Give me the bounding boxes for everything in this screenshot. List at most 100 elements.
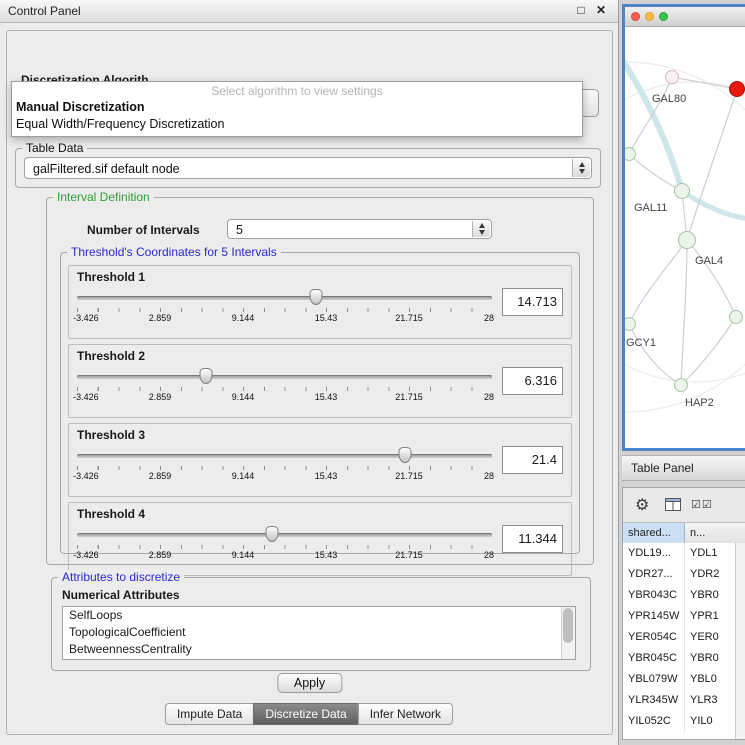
tick-label: 21.715 xyxy=(395,471,423,481)
node-label: GCY1 xyxy=(626,337,656,349)
node-label: GAL11 xyxy=(634,202,667,214)
table-row[interactable]: YDR27...YDR2 xyxy=(623,564,735,585)
tick-label: -3.426 xyxy=(73,313,99,323)
table-cell: YBR0 xyxy=(685,648,735,669)
combobox-stepper-icon[interactable] xyxy=(472,221,490,237)
threshold-1-value-field[interactable]: 14.713 xyxy=(502,288,563,316)
table-row[interactable]: YDL19...YDL1 xyxy=(623,543,735,564)
table-cell: YDR27... xyxy=(623,564,685,585)
tick-label: 21.715 xyxy=(395,550,423,560)
network-node[interactable] xyxy=(674,183,690,199)
apply-button[interactable]: Apply xyxy=(277,673,342,693)
slider-thumb[interactable] xyxy=(266,526,279,542)
table-row[interactable]: YBR045CYBR0 xyxy=(623,648,735,669)
table-cell: YBL0 xyxy=(685,669,735,690)
threshold-4-slider[interactable]: -3.426 2.859 9.144 15.43 21.715 28 xyxy=(77,525,492,563)
tick-label: 15.43 xyxy=(315,550,338,560)
threshold-3-slider[interactable]: -3.426 2.859 9.144 15.43 21.715 28 xyxy=(77,446,492,484)
network-node[interactable] xyxy=(674,378,688,392)
zoom-traffic-light-icon[interactable] xyxy=(659,12,668,21)
tab-discretize-label: Discretize Data xyxy=(265,704,346,725)
window-title: Control Panel xyxy=(8,4,81,18)
thresholds-legend: Threshold's Coordinates for 5 Intervals xyxy=(67,245,281,259)
bottom-tab-bar: Impute Data Discretize Data Infer Networ… xyxy=(165,703,453,725)
node-label: HAP2 xyxy=(685,397,714,409)
tick-label: 21.715 xyxy=(395,313,423,323)
scrollbar-thumb[interactable] xyxy=(563,608,573,643)
slider-track[interactable] xyxy=(77,533,492,537)
table-data-combobox[interactable]: galFiltered.sif default node xyxy=(24,157,592,179)
number-of-intervals-value: 5 xyxy=(236,223,243,237)
slider-thumb[interactable] xyxy=(310,289,323,305)
cyni-toolbox-panel: Discretization Algorith Select algorithm… xyxy=(6,30,613,735)
list-item[interactable]: TopologicalCoefficient xyxy=(63,624,575,641)
slider-track[interactable] xyxy=(77,296,492,300)
list-scrollbar[interactable] xyxy=(561,607,575,659)
table-cell: YLR3 xyxy=(685,690,735,711)
network-node[interactable] xyxy=(729,310,743,324)
table-panel-title: Table Panel xyxy=(631,461,694,475)
table-row[interactable]: YLR345WYLR3 xyxy=(623,690,735,711)
gear-icon[interactable]: ⚙ xyxy=(635,495,649,515)
control-panel-titlebar: Control Panel □ ✕ xyxy=(0,0,618,23)
threshold-label: Threshold 2 xyxy=(77,349,563,363)
threshold-1-panel: Threshold 1 -3.426 2.859 9.144 15.43 21.… xyxy=(68,265,572,339)
threshold-label: Threshold 4 xyxy=(77,507,563,521)
network-node[interactable] xyxy=(665,70,679,84)
threshold-2-value-field[interactable]: 6.316 xyxy=(502,367,563,395)
numerical-attributes-header: Numerical Attributes xyxy=(62,588,180,602)
network-node[interactable] xyxy=(678,231,696,249)
network-window-titlebar xyxy=(625,7,745,27)
slider-ticks xyxy=(77,545,492,549)
network-node[interactable] xyxy=(729,81,745,97)
threshold-2-slider[interactable]: -3.426 2.859 9.144 15.43 21.715 28 xyxy=(77,367,492,405)
network-canvas[interactable]: GAL80GAL11GAL4GCY1HAP2 xyxy=(625,27,745,429)
column-header-shared-name[interactable]: shared... xyxy=(623,523,685,543)
threshold-1-slider[interactable]: -3.426 2.859 9.144 15.43 21.715 28 xyxy=(77,288,492,326)
tab-infer-network[interactable]: Infer Network xyxy=(358,703,453,725)
slider-thumb[interactable] xyxy=(398,447,411,463)
table-row[interactable]: YBR043CYBR0 xyxy=(623,585,735,606)
slider-ticks xyxy=(77,308,492,312)
tick-label: 28 xyxy=(484,550,494,560)
threshold-3-panel: Threshold 3 -3.426 2.859 9.144 15.43 21.… xyxy=(68,423,572,497)
table-scrollbar[interactable] xyxy=(735,543,745,739)
table-row[interactable]: YER054CYER0 xyxy=(623,627,735,648)
table-row[interactable]: YPR145WYPR1 xyxy=(623,606,735,627)
slider-track[interactable] xyxy=(77,454,492,458)
algorithm-option-manual[interactable]: Manual Discretization xyxy=(12,98,582,115)
table-cell: YDL19... xyxy=(623,543,685,564)
threshold-3-value-field[interactable]: 21.4 xyxy=(502,446,563,474)
threshold-label: Threshold 1 xyxy=(77,270,563,284)
table-cell: YIL0 xyxy=(685,711,735,732)
table-row[interactable]: YBL079WYBL0 xyxy=(623,669,735,690)
column-header-name[interactable]: n... xyxy=(685,523,745,543)
float-window-icon[interactable]: □ xyxy=(574,3,588,17)
list-item[interactable]: SelfLoops xyxy=(63,607,575,624)
close-traffic-light-icon[interactable] xyxy=(631,12,640,21)
numerical-attributes-list[interactable]: SelfLoopsTopologicalCoefficientBetweenne… xyxy=(62,606,576,660)
close-icon[interactable]: ✕ xyxy=(594,3,608,17)
tab-impute-data[interactable]: Impute Data xyxy=(165,703,254,725)
network-edges xyxy=(625,27,745,429)
table-cell: YBR043C xyxy=(623,585,685,606)
tick-label: 2.859 xyxy=(149,550,172,560)
table-panel-titlebar: Table Panel xyxy=(622,455,745,481)
tab-discretize-data[interactable]: Discretize Data xyxy=(253,703,358,725)
table-row[interactable]: YIL052CYIL0 xyxy=(623,711,735,732)
select-columns-checkboxes-icon[interactable]: ☑☑ xyxy=(691,498,713,511)
table-cell: YER054C xyxy=(623,627,685,648)
slider-track[interactable] xyxy=(77,375,492,379)
algorithm-option-equal-width[interactable]: Equal Width/Frequency Discretization xyxy=(12,115,582,132)
slider-ticks xyxy=(77,387,492,391)
table-cell: YPR1 xyxy=(685,606,735,627)
threshold-4-value-field[interactable]: 11.344 xyxy=(502,525,563,553)
list-item[interactable]: BetweennessCentrality xyxy=(63,641,575,658)
slider-thumb[interactable] xyxy=(199,368,212,384)
columns-icon[interactable] xyxy=(665,498,681,516)
minimize-traffic-light-icon[interactable] xyxy=(645,12,654,21)
tick-label: 15.43 xyxy=(315,471,338,481)
table-data-selected-value: galFiltered.sif default node xyxy=(33,162,180,176)
number-of-intervals-combobox[interactable]: 5 xyxy=(227,219,492,239)
combobox-stepper-icon[interactable] xyxy=(572,159,590,177)
